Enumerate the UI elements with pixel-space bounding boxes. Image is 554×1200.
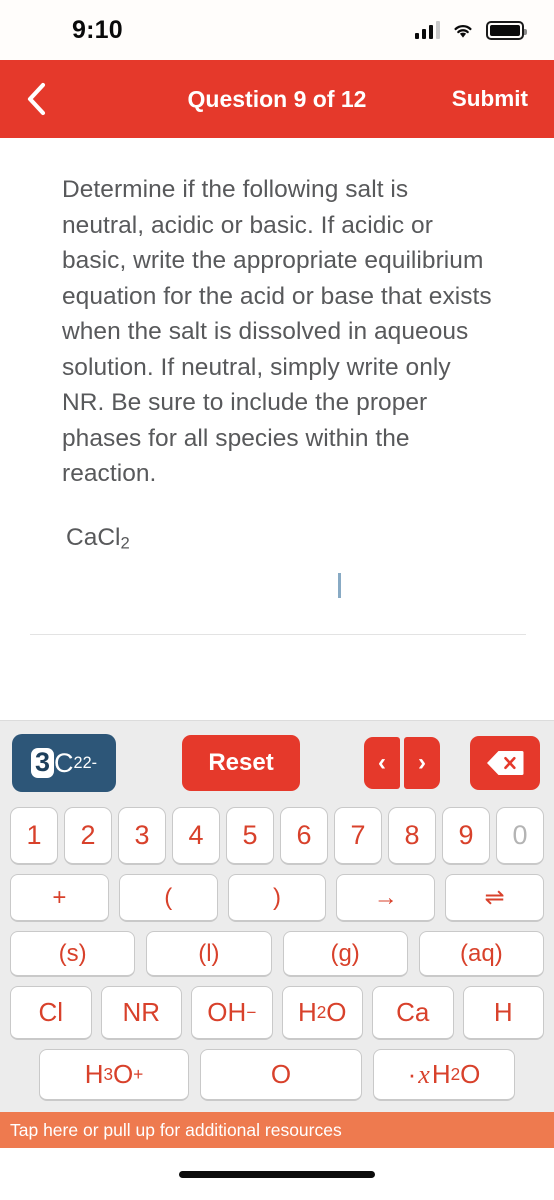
key-water[interactable]: H2O: [281, 986, 363, 1040]
key-6[interactable]: 6: [280, 807, 328, 865]
status-icons: [414, 20, 527, 40]
key-label-tail: O: [326, 997, 347, 1027]
operator-key-row: + ( ) → ⇌: [10, 874, 544, 922]
key-superscript: −: [246, 1002, 257, 1022]
key-label: OH: [207, 997, 247, 1027]
key-phase-gas[interactable]: (g): [282, 931, 408, 977]
key-equilibrium-arrow[interactable]: ⇌: [445, 874, 544, 922]
key-4[interactable]: 4: [172, 807, 220, 865]
wifi-icon: [454, 24, 472, 38]
key-7[interactable]: 7: [334, 807, 382, 865]
chemistry-keypad: 3 C 2 2- Reset ‹ › 1 2 3 4 5 6 7 8 9 0 +…: [0, 720, 554, 1112]
key-label: H: [493, 997, 513, 1027]
key-label: NR: [122, 997, 161, 1027]
question-formula: CaCl2: [66, 524, 518, 554]
number-key-row: 1 2 3 4 5 6 7 8 9 0: [10, 807, 544, 865]
home-indicator[interactable]: [179, 1170, 375, 1178]
species-key-row: Cl NR OH − H2O Ca H: [10, 986, 544, 1040]
answer-divider: [30, 634, 526, 636]
key-reaction-arrow[interactable]: →: [336, 874, 436, 922]
key-5[interactable]: 5: [226, 807, 274, 865]
back-button[interactable]: [26, 77, 66, 121]
backspace-delete-icon: [487, 751, 524, 775]
submit-button[interactable]: Submit: [452, 86, 528, 112]
status-time: 9:10: [72, 15, 123, 44]
key-phase-liquid[interactable]: (l): [146, 931, 272, 977]
nav-bar: Question 9 of 12 Submit: [0, 60, 554, 138]
key-3[interactable]: 3: [118, 807, 166, 865]
question-area: Determine if the following salt is neutr…: [0, 138, 554, 720]
key-superscript: +: [133, 1064, 144, 1084]
token-coefficient: 3: [31, 748, 55, 778]
text-caret: [338, 573, 341, 599]
key-2[interactable]: 2: [64, 807, 112, 865]
reset-button[interactable]: Reset: [182, 735, 300, 791]
key-label: Cl: [38, 997, 64, 1027]
token-chip-button[interactable]: 3 C 2 2-: [12, 734, 116, 792]
key-label-tail: O: [113, 1059, 134, 1089]
question-prompt: Determine if the following salt is neutr…: [62, 176, 492, 487]
cursor-left-button[interactable]: ‹: [364, 737, 400, 789]
cursor-right-button[interactable]: ›: [404, 737, 440, 789]
key-subscript: 3: [103, 1064, 114, 1084]
formula-base: CaCl: [66, 523, 121, 551]
key-phase-aqueous[interactable]: (aq): [418, 931, 544, 977]
home-indicator-area: [0, 1148, 554, 1200]
key-subscript: 2: [450, 1064, 461, 1084]
backspace-button[interactable]: [470, 736, 540, 790]
key-phase-solid[interactable]: (s): [10, 931, 136, 977]
key-label: H: [431, 1059, 451, 1089]
key-label: H: [297, 997, 317, 1027]
chevron-left-icon: [27, 82, 46, 116]
hydrate-variable: x: [418, 1059, 430, 1089]
key-label: H: [84, 1059, 104, 1089]
cursor-arrow-group: ‹ ›: [364, 737, 440, 789]
extra-key-row: H 3 O + O · x H 2 O: [10, 1049, 544, 1101]
token-element: C: [54, 747, 74, 778]
token-superscript: 2-: [82, 753, 97, 772]
key-0: 0: [496, 807, 544, 865]
key-no-reaction[interactable]: NR: [100, 986, 182, 1040]
key-oxygen[interactable]: O: [200, 1049, 362, 1101]
key-1[interactable]: 1: [10, 807, 58, 865]
key-8[interactable]: 8: [388, 807, 436, 865]
app-root: 9:10 Question 9 of 12 Submit Determine i…: [0, 0, 554, 1200]
key-chlorine[interactable]: Cl: [10, 986, 92, 1040]
key-9[interactable]: 9: [442, 807, 490, 865]
formula-subscript: 2: [120, 533, 130, 553]
key-hydrate[interactable]: · x H 2 O: [373, 1049, 515, 1101]
key-hydroxide[interactable]: OH −: [191, 986, 273, 1040]
phase-key-row: (s) (l) (g) (aq): [10, 931, 544, 977]
key-label-tail: O: [460, 1059, 481, 1089]
key-hydronium[interactable]: H 3 O +: [39, 1049, 189, 1101]
cellular-signal-icon: [414, 21, 440, 39]
key-calcium[interactable]: Ca: [372, 986, 454, 1040]
additional-resources-banner[interactable]: Tap here or pull up for additional resou…: [0, 1112, 554, 1148]
token-subscript: 2: [73, 753, 83, 772]
hydrate-dot: ·: [407, 1059, 417, 1089]
key-plus[interactable]: +: [10, 874, 109, 922]
battery-full-icon: [486, 20, 527, 40]
key-label: Ca: [396, 997, 430, 1027]
status-bar: 9:10: [0, 0, 554, 60]
keypad-toolbar-row: 3 C 2 2- Reset ‹ ›: [10, 731, 544, 795]
key-subscript: 2: [316, 1002, 327, 1022]
key-close-paren[interactable]: ): [227, 874, 327, 922]
key-hydrogen[interactable]: H: [462, 986, 544, 1040]
key-open-paren[interactable]: (: [118, 874, 218, 922]
answer-input-area[interactable]: [30, 563, 526, 636]
